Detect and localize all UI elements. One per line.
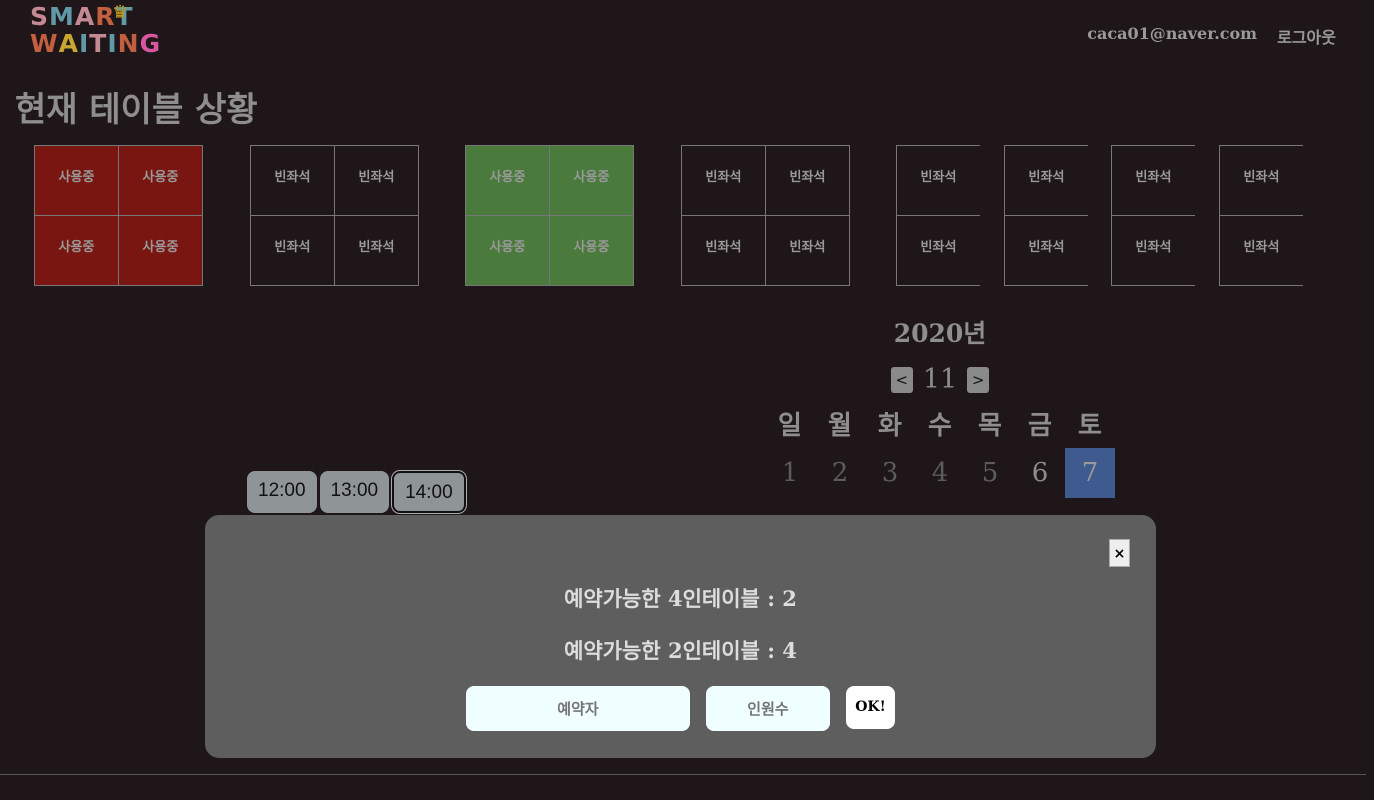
available-2-tables: 예약가능한 2인테이블 : 4 (564, 638, 797, 663)
page-title: 현재 테이블 상황 (15, 90, 258, 130)
weekday-label: 수 (928, 411, 952, 441)
table-seat[interactable]: 빈좌석 (682, 216, 765, 285)
calendar: 2020년 < 11 > 일월화수목금토 1234567 (765, 310, 1115, 498)
party-size-input[interactable] (706, 686, 830, 731)
weekday-label: 일 (778, 411, 802, 441)
table-seat[interactable]: 사용중 (35, 216, 118, 285)
calendar-year: 2020년 (893, 319, 987, 348)
table-group: 빈좌석 빈좌석 (1111, 145, 1195, 286)
calendar-day[interactable]: 4 (915, 448, 965, 498)
table-seat[interactable]: 빈좌석 (1005, 146, 1088, 215)
table-seat[interactable]: 빈좌석 (1220, 216, 1303, 285)
calendar-day[interactable]: 1 (765, 448, 815, 498)
table-seat[interactable]: 사용중 (466, 146, 549, 215)
logout-link[interactable]: 로그아웃 (1277, 24, 1336, 48)
user-email: caca01@naver.com (1087, 24, 1258, 43)
table-seat[interactable]: 빈좌석 (682, 146, 765, 215)
table-seat[interactable]: 빈좌석 (897, 216, 980, 285)
weekday-label: 목 (978, 411, 1002, 441)
table-group: 빈좌석 빈좌석 빈좌석 빈좌석 (681, 145, 850, 286)
table-seat[interactable]: 빈좌석 (251, 216, 334, 285)
table-group: 빈좌석 빈좌석 (896, 145, 980, 286)
time-slot-button[interactable]: 14:00 (391, 470, 467, 514)
weekday-label: 토 (1078, 411, 1102, 441)
reserver-name-input[interactable] (466, 686, 690, 731)
weekday-label: 월 (828, 411, 852, 441)
table-seat[interactable]: 빈좌석 (1005, 216, 1088, 285)
crown-icon: ♛ (112, 2, 129, 23)
calendar-month: 11 (922, 364, 958, 395)
logo[interactable]: SMART WAITING (30, 3, 161, 57)
table-seat[interactable]: 사용중 (119, 146, 202, 215)
weekday-label: 화 (878, 411, 902, 441)
available-4-tables: 예약가능한 4인테이블 : 2 (564, 586, 797, 611)
table-seat[interactable]: 빈좌석 (251, 146, 334, 215)
table-seat[interactable]: 빈좌석 (335, 216, 418, 285)
table-group: 빈좌석 빈좌석 (1004, 145, 1088, 286)
table-seat[interactable]: 빈좌석 (897, 146, 980, 215)
footer-divider (0, 774, 1366, 775)
table-seat[interactable]: 빈좌석 (766, 216, 849, 285)
table-seat[interactable]: 사용중 (550, 146, 633, 215)
ok-button[interactable]: OK! (846, 686, 895, 729)
table-seat[interactable]: 빈좌석 (335, 146, 418, 215)
time-slot-button[interactable]: 13:00 (319, 471, 390, 513)
weekday-label: 금 (1028, 411, 1052, 441)
prev-month-button[interactable]: < (890, 366, 913, 393)
table-group: 사용중 사용중 사용중 사용중 (465, 145, 634, 286)
table-seat[interactable]: 빈좌석 (766, 146, 849, 215)
calendar-day[interactable]: 7 (1065, 448, 1115, 498)
table-seat[interactable]: 사용중 (466, 216, 549, 285)
calendar-day[interactable]: 3 (865, 448, 915, 498)
calendar-day[interactable]: 2 (815, 448, 865, 498)
table-seat[interactable]: 사용중 (119, 216, 202, 285)
table-seat[interactable]: 빈좌석 (1112, 216, 1195, 285)
calendar-day[interactable]: 5 (965, 448, 1015, 498)
table-seat[interactable]: 사용중 (550, 216, 633, 285)
table-group: 빈좌석 빈좌석 빈좌석 빈좌석 (250, 145, 419, 286)
time-slot-button[interactable]: 12:00 (247, 471, 317, 513)
table-seat[interactable]: 빈좌석 (1112, 146, 1195, 215)
table-seat[interactable]: 사용중 (35, 146, 118, 215)
table-seat[interactable]: 빈좌석 (1220, 146, 1303, 215)
close-button[interactable]: × (1109, 539, 1130, 567)
calendar-day[interactable]: 6 (1015, 448, 1065, 498)
reservation-modal: × 예약가능한 4인테이블 : 2 예약가능한 2인테이블 : 4 OK! (205, 515, 1156, 758)
next-month-button[interactable]: > (967, 366, 990, 393)
table-group: 사용중 사용중 사용중 사용중 (34, 145, 203, 286)
table-group: 빈좌석 빈좌석 (1219, 145, 1303, 286)
